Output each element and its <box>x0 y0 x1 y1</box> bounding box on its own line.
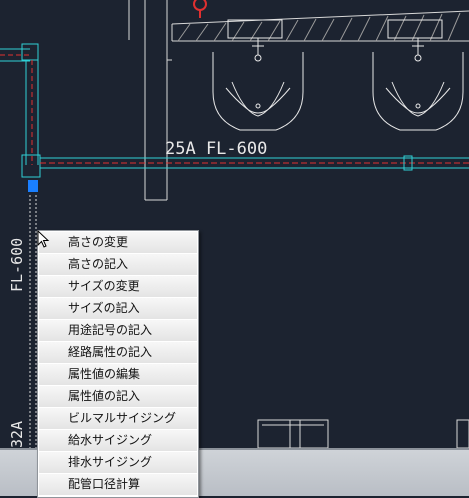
menu-item-drain-sizing[interactable]: 排水サイジング <box>39 452 197 474</box>
menu-item-route-attr-note[interactable]: 経路属性の記入 <box>39 342 197 364</box>
menu-item-supply-sizing[interactable]: 給水サイジング <box>39 430 197 452</box>
menu-item-building-sizing[interactable]: ビルマルサイジング <box>39 408 197 430</box>
urinal-fixture <box>212 19 304 131</box>
menu-item-attr-note[interactable]: 属性値の記入 <box>39 386 197 408</box>
column-structure <box>128 0 172 201</box>
menu-item-attr-edit[interactable]: 属性値の編集 <box>39 364 197 386</box>
menu-item-size-change[interactable]: サイズの変更 <box>39 276 197 298</box>
red-fixture <box>193 0 207 11</box>
menu-item-size-note[interactable]: サイズの記入 <box>39 298 197 320</box>
context-menu: 高さの変更 高さの記入 サイズの変更 サイズの記入 用途記号の記入 経路属性の記… <box>37 230 199 498</box>
vertical-pipe-label: FL-600 <box>8 238 26 292</box>
horizontal-pipe-label: 25A FL-600 <box>165 139 267 159</box>
ceiling-wall <box>171 10 469 42</box>
menu-item-usage-code-note[interactable]: 用途記号の記入 <box>39 320 197 342</box>
menu-item-height-change[interactable]: 高さの変更 <box>39 232 197 254</box>
menu-item-height-note[interactable]: 高さの記入 <box>39 254 197 276</box>
floor-details <box>257 419 469 449</box>
vertical-pipe-label-partial: 32A <box>8 421 26 448</box>
menu-item-pipe-diameter-calc[interactable]: 配管口径計算 <box>39 474 197 496</box>
mouse-cursor-icon <box>37 230 50 248</box>
